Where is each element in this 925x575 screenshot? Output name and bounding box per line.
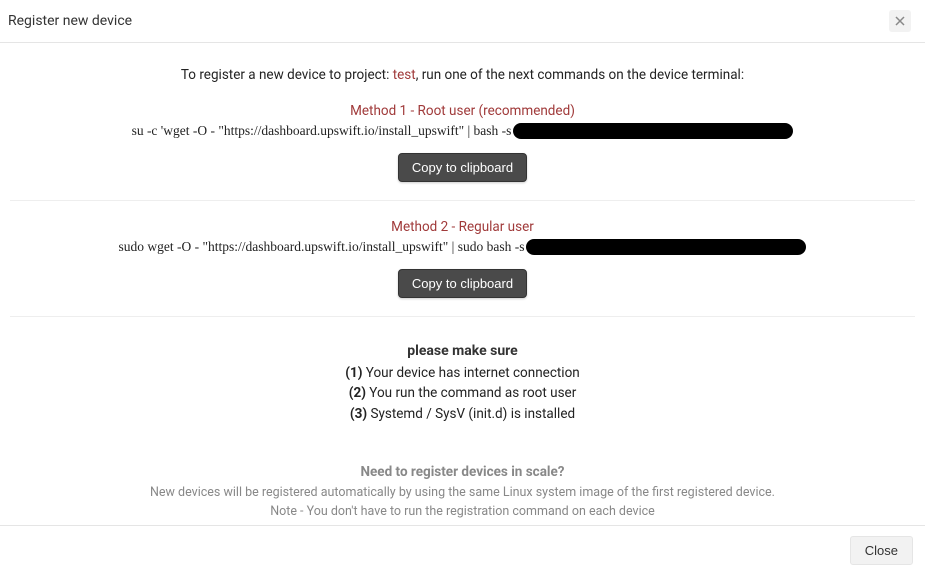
ensure-item-3: (3) Systemd / SysV (init.d) is installed xyxy=(10,404,915,424)
close-icon[interactable] xyxy=(889,10,911,32)
ensure-item-1: (1) Your device has internet connection xyxy=(10,363,915,383)
modal-footer: Close xyxy=(0,525,925,575)
intro-prefix: To register a new device to project: xyxy=(181,67,393,83)
method1-title: Method 1 - Root user (recommended) xyxy=(10,103,915,119)
ensure-text-2: You run the command as root user xyxy=(366,385,576,401)
project-name: test xyxy=(393,67,416,83)
method1-redacted-token xyxy=(513,123,793,139)
scale-line1: New devices will be registered automatic… xyxy=(10,484,915,503)
method1-command-text: su -c 'wget -O - "https://dashboard.upsw… xyxy=(132,123,512,139)
ensure-text-3: Systemd / SysV (init.d) is installed xyxy=(367,406,575,422)
copy-method1-button[interactable]: Copy to clipboard xyxy=(398,153,527,182)
ensure-num-2: (2) xyxy=(349,385,366,401)
modal-header: Register new device xyxy=(0,0,925,43)
modal-title: Register new device xyxy=(8,13,132,29)
copy-method2-button[interactable]: Copy to clipboard xyxy=(398,269,527,298)
close-button[interactable]: Close xyxy=(850,536,913,565)
intro-text: To register a new device to project: tes… xyxy=(10,67,915,83)
divider-1 xyxy=(10,200,915,201)
ensure-num-1: (1) xyxy=(345,365,362,381)
method2-command-row: sudo wget -O - "https://dashboard.upswif… xyxy=(10,239,915,255)
ensure-num-3: (3) xyxy=(350,406,367,422)
method2-command-text: sudo wget -O - "https://dashboard.upswif… xyxy=(119,239,525,255)
scale-title: Need to register devices in scale? xyxy=(10,464,915,480)
intro-suffix: , run one of the next commands on the de… xyxy=(416,67,744,83)
ensure-title: please make sure xyxy=(10,343,915,359)
ensure-item-2: (2) You run the command as root user xyxy=(10,383,915,403)
divider-2 xyxy=(10,316,915,317)
scale-line2: Note - You don't have to run the registr… xyxy=(10,503,915,522)
modal-content: To register a new device to project: tes… xyxy=(0,43,925,568)
ensure-text-1: Your device has internet connection xyxy=(362,365,579,381)
method1-command-row: su -c 'wget -O - "https://dashboard.upsw… xyxy=(10,123,915,139)
method2-title: Method 2 - Regular user xyxy=(10,219,915,235)
method2-redacted-token xyxy=(526,239,806,255)
